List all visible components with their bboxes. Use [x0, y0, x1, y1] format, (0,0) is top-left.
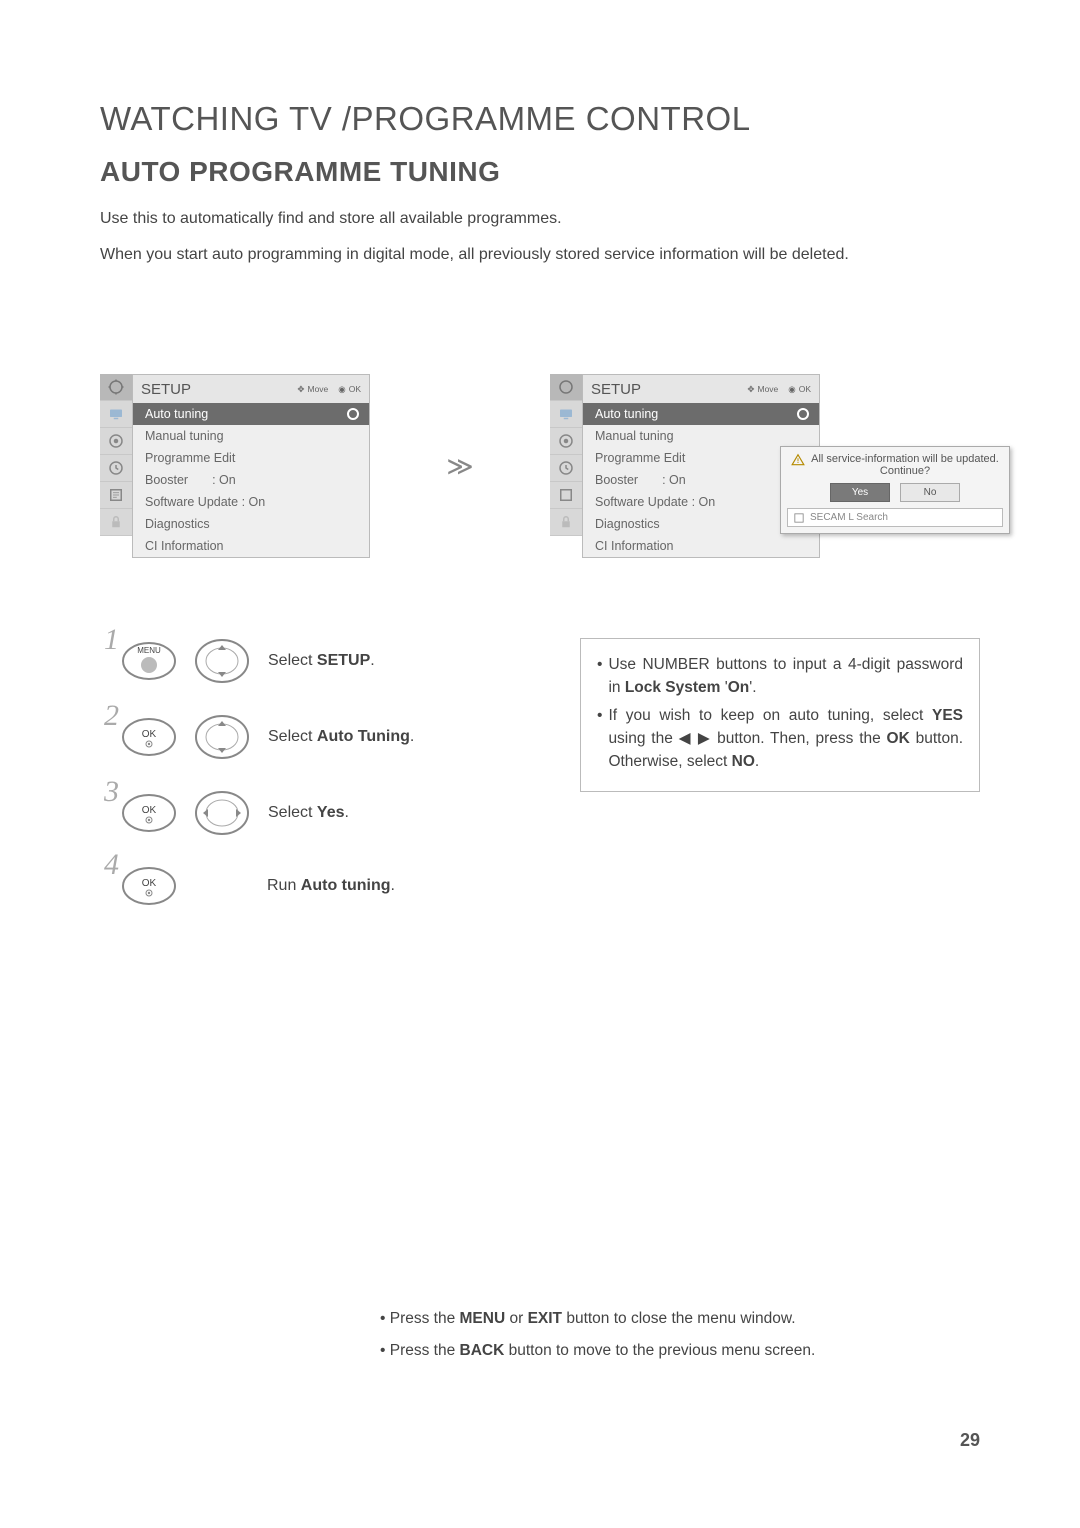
step-3-description: Select Yes. — [268, 804, 349, 822]
osd-item-manual-tuning[interactable]: Manual tuning — [583, 425, 819, 447]
remote-menu-button-icon: MENU — [122, 641, 177, 681]
page-number: 29 — [960, 1430, 980, 1451]
info-box: Use NUMBER buttons to input a 4-digit pa… — [580, 638, 980, 792]
osd-item-booster[interactable]: Booster: On — [133, 469, 369, 491]
footer-note-1: • Press the MENU or EXIT button to close… — [100, 1310, 980, 1328]
osd-hint-move: ✥ Move — [747, 384, 778, 395]
footer-note-2: • Press the BACK button to move to the p… — [100, 1342, 980, 1360]
osd-tab-time-icon — [550, 455, 582, 482]
osd-item-software-update[interactable]: Software Update : On — [133, 491, 369, 513]
step-1-description: Select SETUP. — [268, 652, 375, 670]
osd-setup-menu-after: SETUP ✥ Move ◉ OK Auto tuning Manual tun… — [550, 374, 820, 558]
remote-ok-button-icon: OK — [122, 793, 177, 833]
dialog-yes-button[interactable]: Yes — [830, 483, 890, 502]
osd-item-ci-information[interactable]: CI Information — [583, 535, 819, 557]
step-number-4: 4 — [104, 848, 118, 882]
osd-item-auto-tuning[interactable]: Auto tuning — [583, 403, 819, 425]
intro-text-2: When you start auto programming in digit… — [100, 246, 980, 264]
remote-ok-button-icon: OK — [122, 717, 177, 757]
osd-item-auto-tuning[interactable]: Auto tuning — [133, 403, 369, 425]
dialog-no-button[interactable]: No — [900, 483, 960, 502]
step-2-description: Select Auto Tuning. — [268, 728, 414, 746]
info-item-1: Use NUMBER buttons to input a 4-digit pa… — [597, 653, 963, 700]
osd-item-programme-edit[interactable]: Programme Edit — [133, 447, 369, 469]
remote-dpad-updown-icon — [195, 638, 250, 684]
svg-text:OK: OK — [142, 805, 157, 816]
page-title-main: WATCHING TV /PROGRAMME CONTROL — [100, 100, 980, 138]
step-number-1: 1 — [104, 623, 118, 657]
info-item-2: If you wish to keep on auto tuning, sele… — [597, 704, 963, 774]
dialog-message-2: Continue? — [811, 465, 999, 477]
remote-dpad-updown-icon — [195, 714, 250, 760]
step-number-2: 2 — [104, 699, 118, 733]
osd-hint-move: ✥ Move — [297, 384, 328, 395]
osd-tab-setup-icon — [100, 374, 132, 401]
osd-hint-ok: ◉ OK — [788, 384, 811, 395]
remote-dpad-leftright-icon — [195, 790, 250, 836]
triangle-left-icon: ◀ — [679, 730, 692, 747]
dialog-secam-search[interactable]: SECAM L Search — [787, 508, 1003, 527]
osd-item-diagnostics[interactable]: Diagnostics — [133, 513, 369, 535]
intro-text-1: Use this to automatically find and store… — [100, 210, 980, 228]
page-title-sub: AUTO PROGRAMME TUNING — [100, 156, 980, 188]
osd-tab-picture-icon — [100, 401, 132, 428]
dialog-message-1: All service-information will be updated. — [811, 453, 999, 465]
osd-tab-option-icon — [100, 482, 132, 509]
osd-tab-time-icon — [100, 455, 132, 482]
osd-hint-ok: ◉ OK — [338, 384, 361, 395]
checkbox-icon — [794, 513, 804, 523]
svg-text:MENU: MENU — [137, 646, 161, 655]
osd-tab-lock-icon — [550, 509, 582, 536]
osd-tab-audio-icon — [100, 428, 132, 455]
osd-header-title: SETUP — [591, 381, 737, 398]
confirm-dialog: All service-information will be updated.… — [780, 446, 1010, 534]
osd-setup-menu-before: SETUP ✥ Move ◉ OK Auto tuning Manual tun… — [100, 374, 370, 558]
osd-tab-option-icon — [550, 482, 582, 509]
warning-icon — [791, 453, 805, 467]
svg-text:OK: OK — [142, 729, 157, 740]
osd-item-ci-information[interactable]: CI Information — [133, 535, 369, 557]
footer-notes: • Press the MENU or EXIT button to close… — [0, 1310, 1080, 1374]
osd-item-manual-tuning[interactable]: Manual tuning — [133, 425, 369, 447]
triangle-right-icon: ▶ — [698, 730, 711, 747]
osd-tab-setup-icon — [550, 374, 582, 401]
osd-tab-audio-icon — [550, 428, 582, 455]
remote-ok-button-icon: OK — [122, 866, 177, 906]
step-4-description: Run Auto tuning. — [267, 877, 395, 895]
svg-text:OK: OK — [142, 878, 157, 889]
step-number-3: 3 — [104, 775, 118, 809]
osd-header-title: SETUP — [141, 381, 287, 398]
flow-arrow-icon: ≫ — [446, 451, 473, 482]
osd-tab-picture-icon — [550, 401, 582, 428]
osd-tab-lock-icon — [100, 509, 132, 536]
